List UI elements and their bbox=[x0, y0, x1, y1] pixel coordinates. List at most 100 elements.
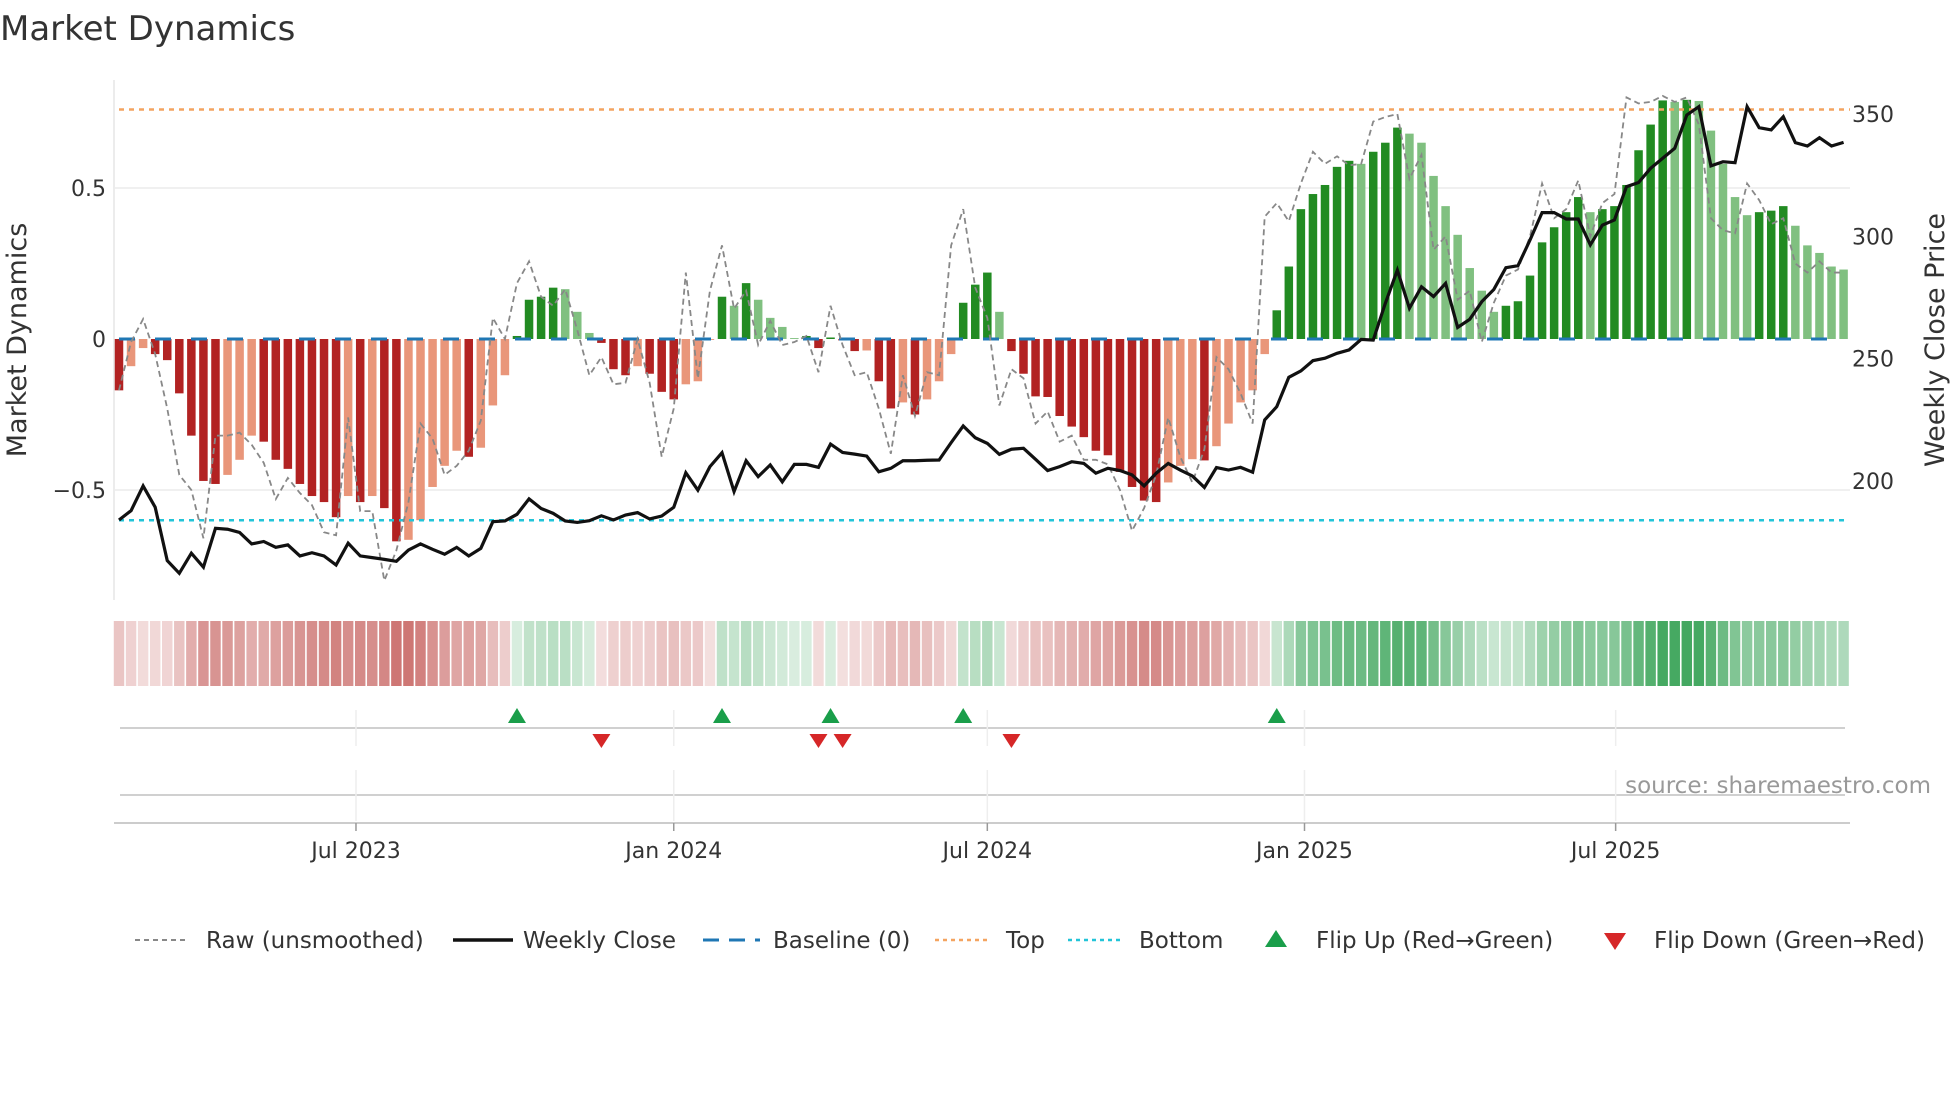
heatmap-cell bbox=[1054, 621, 1065, 686]
heatmap-cell bbox=[1380, 621, 1391, 686]
heatmap-cell bbox=[1126, 621, 1138, 686]
x-tick-label: Jul 2023 bbox=[309, 839, 401, 864]
flip-down-marker bbox=[833, 734, 852, 748]
momentum-bar bbox=[1296, 209, 1306, 339]
heatmap-cell bbox=[1199, 621, 1210, 686]
heatmap-cell bbox=[1560, 621, 1572, 686]
momentum-bar bbox=[355, 339, 365, 503]
heatmap-cell bbox=[1681, 621, 1693, 686]
heatmap-cell bbox=[837, 621, 848, 686]
momentum-bar bbox=[162, 339, 172, 361]
heatmap-cell bbox=[1729, 621, 1741, 686]
heatmap-cell bbox=[1162, 621, 1174, 686]
momentum-bar bbox=[1163, 339, 1173, 483]
momentum-bar bbox=[1694, 101, 1704, 339]
momentum-bar bbox=[1115, 339, 1125, 472]
heatmap-cell bbox=[186, 621, 197, 686]
heatmap-cell bbox=[1500, 621, 1512, 686]
legend-flip-up-icon bbox=[1265, 930, 1287, 947]
heatmap-cell bbox=[1295, 621, 1307, 686]
momentum-bar bbox=[681, 339, 691, 385]
heatmap-cell bbox=[1585, 621, 1596, 686]
momentum-bar bbox=[331, 339, 341, 518]
momentum-bar bbox=[1368, 151, 1378, 339]
heatmap-cell bbox=[1018, 621, 1029, 686]
heatmap-cell bbox=[1765, 621, 1777, 686]
heatmap-cell bbox=[716, 621, 728, 686]
y-tick-label: 0 bbox=[92, 328, 106, 353]
heatmap-cell bbox=[1090, 621, 1102, 686]
y2-tick-label: 200 bbox=[1852, 470, 1894, 495]
heatmap-cell bbox=[1536, 621, 1548, 686]
heatmap-cell bbox=[1790, 621, 1801, 686]
heatmap-cell bbox=[596, 621, 607, 686]
momentum-bar bbox=[1815, 252, 1824, 339]
momentum-bar bbox=[1212, 339, 1221, 447]
legend: Raw (unsmoothed) Weekly Close Baseline (… bbox=[135, 928, 1925, 954]
heatmap-cell bbox=[342, 621, 354, 686]
heatmap-cell bbox=[849, 621, 860, 686]
heatmap-cell bbox=[246, 621, 257, 686]
heatmap-cell bbox=[1693, 621, 1705, 686]
momentum-bar bbox=[1658, 100, 1667, 339]
momentum-bar bbox=[440, 339, 449, 466]
heatmap-cell bbox=[945, 621, 957, 686]
flip-up-marker bbox=[1267, 708, 1286, 723]
y-tick-label: −0.5 bbox=[53, 479, 106, 504]
heatmap-cell bbox=[813, 621, 824, 686]
heatmap-cell bbox=[789, 621, 800, 686]
momentum-bar bbox=[609, 339, 618, 370]
heatmap-cell bbox=[415, 621, 426, 686]
momentum-bar bbox=[645, 339, 654, 374]
heatmap-cell bbox=[1741, 621, 1753, 686]
heatmap-cell bbox=[306, 621, 318, 686]
heatmap-cell bbox=[644, 621, 655, 686]
flip-up-marker bbox=[954, 708, 973, 723]
heatmap-cell bbox=[487, 621, 499, 686]
momentum-bar bbox=[971, 284, 980, 339]
heatmap-cell bbox=[728, 621, 740, 686]
heatmap-cell bbox=[162, 621, 173, 686]
momentum-bar bbox=[1019, 339, 1028, 374]
momentum-bar bbox=[1610, 206, 1619, 339]
momentum-bar bbox=[114, 339, 124, 391]
momentum-bar bbox=[404, 339, 413, 540]
momentum-bar bbox=[1200, 339, 1209, 461]
heatmap-cell bbox=[210, 621, 221, 686]
flip-down-marker bbox=[1002, 734, 1021, 748]
momentum-bar bbox=[717, 296, 727, 339]
heatmap-cell bbox=[1150, 621, 1162, 686]
heatmap-cell bbox=[1524, 621, 1536, 686]
momentum-bar bbox=[464, 339, 473, 457]
momentum-bar bbox=[199, 339, 208, 481]
momentum-bar bbox=[1139, 339, 1149, 501]
heatmap-cell bbox=[873, 621, 885, 686]
heatmap-cell bbox=[113, 621, 125, 686]
momentum-bar bbox=[1718, 163, 1728, 339]
momentum-bar bbox=[1079, 339, 1089, 438]
heatmap-cell bbox=[1440, 621, 1451, 686]
legend-baseline-label: Baseline (0) bbox=[773, 928, 910, 954]
momentum-bar bbox=[874, 339, 884, 382]
momentum-bar bbox=[1260, 339, 1269, 355]
chart-title: Market Dynamics bbox=[0, 9, 295, 49]
heatmap-cell bbox=[1826, 621, 1837, 686]
heatmap-cell bbox=[125, 621, 137, 686]
momentum-bar bbox=[886, 339, 896, 409]
legend-flip-down-icon bbox=[1604, 933, 1626, 950]
heatmap-cell bbox=[463, 621, 474, 686]
heatmap-cell bbox=[1247, 621, 1258, 686]
momentum-bar bbox=[1537, 242, 1547, 339]
momentum-bar bbox=[1525, 275, 1535, 339]
momentum-bar bbox=[380, 339, 389, 509]
heatmap-cell bbox=[547, 621, 559, 686]
legend-raw-label: Raw (unsmoothed) bbox=[206, 928, 424, 954]
heatmap-cell bbox=[921, 621, 933, 686]
heatmap-cell bbox=[1066, 621, 1077, 686]
heatmap-cell bbox=[957, 621, 969, 686]
heatmap-cell bbox=[258, 621, 269, 686]
momentum-bar bbox=[1682, 99, 1692, 339]
heatmap-cell bbox=[994, 621, 1005, 686]
momentum-bar bbox=[500, 339, 510, 376]
momentum-bar bbox=[259, 339, 268, 442]
